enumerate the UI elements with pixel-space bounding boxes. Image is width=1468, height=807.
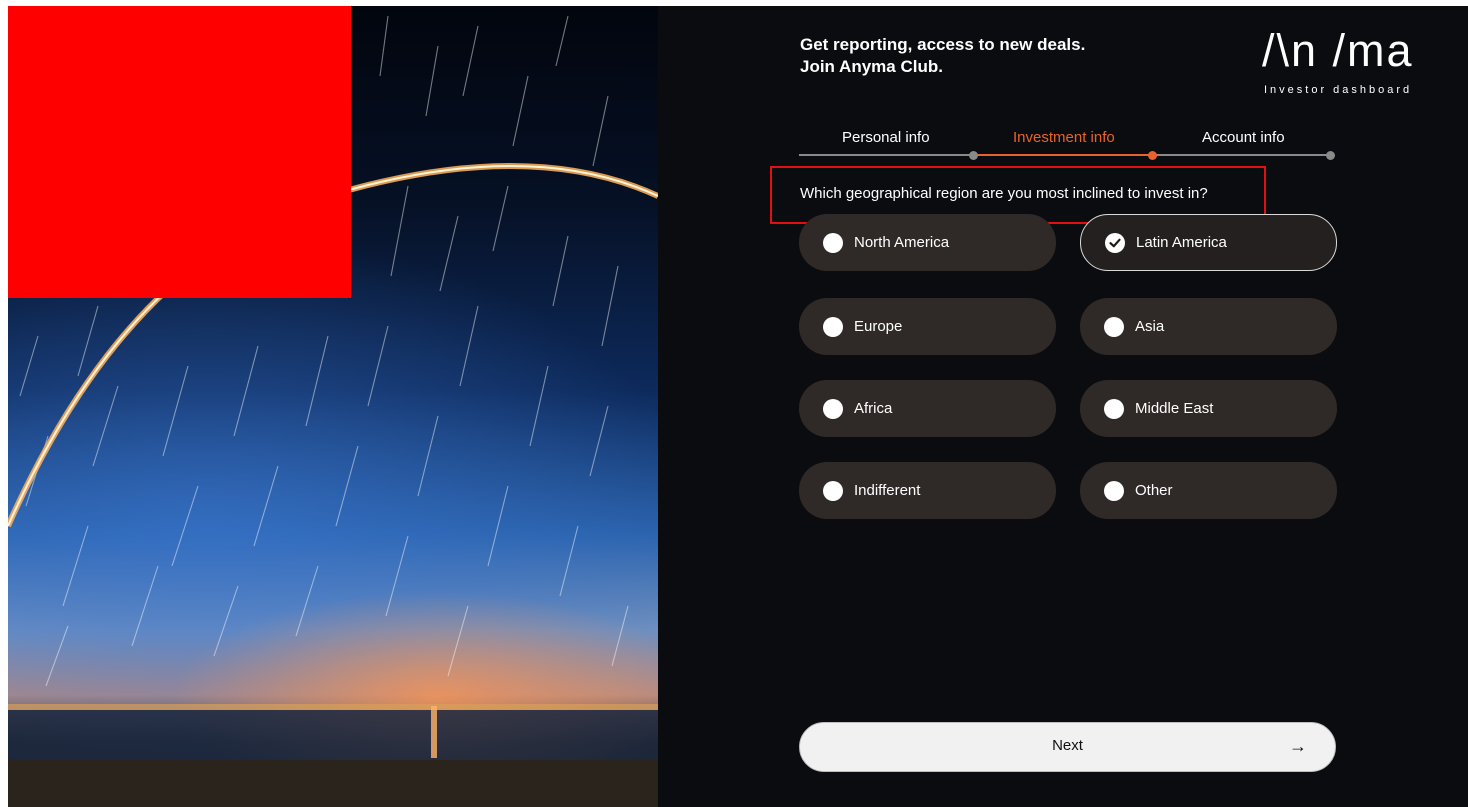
step-personal-info[interactable]: Personal info [842, 129, 930, 146]
radio-icon [1104, 398, 1124, 419]
option-label: Latin America [1136, 234, 1227, 251]
radio-icon [1104, 480, 1124, 501]
radio-icon [1104, 316, 1124, 337]
next-button[interactable]: Next → [799, 722, 1336, 772]
checkmark-icon [1105, 232, 1125, 253]
option-label: Indifferent [854, 482, 921, 499]
next-button-label: Next [1052, 737, 1083, 754]
step-dot-investment [1148, 151, 1157, 160]
option-label: Asia [1135, 318, 1165, 335]
signup-panel [658, 6, 1468, 807]
option-label: Middle East [1135, 400, 1214, 417]
option-north-america[interactable]: North America [799, 214, 1056, 271]
step-dot-account [1326, 151, 1335, 160]
radio-icon [823, 480, 843, 501]
radio-icon [823, 232, 843, 253]
step-investment-info[interactable]: Investment info [1013, 129, 1115, 146]
step-account-info[interactable]: Account info [1202, 129, 1285, 146]
option-asia[interactable]: Asia [1080, 298, 1337, 355]
headline-line-1: Get reporting, access to new deals. [800, 35, 1086, 54]
option-europe[interactable]: Europe [799, 298, 1056, 355]
option-africa[interactable]: Africa [799, 380, 1056, 437]
step-line-investment [974, 154, 1154, 156]
step-line-account [1154, 154, 1330, 156]
radio-icon [823, 316, 843, 337]
option-middle-east[interactable]: Middle East [1080, 380, 1337, 437]
option-label: Other [1135, 482, 1173, 499]
option-latin-america[interactable]: Latin America [1080, 214, 1337, 271]
hero-photo [8, 6, 658, 807]
option-label: Africa [854, 400, 893, 417]
logo-subtitle: Investor dashboard [1264, 84, 1413, 96]
radio-icon [823, 398, 843, 419]
option-label: North America [854, 234, 950, 251]
step-dot-personal [969, 151, 978, 160]
redaction-box [8, 6, 351, 298]
anyma-logo: /\n /ma [1262, 25, 1414, 76]
option-indifferent[interactable]: Indifferent [799, 462, 1056, 519]
option-label: Europe [854, 318, 903, 335]
option-other[interactable]: Other [1080, 462, 1337, 519]
headline: Get reporting, access to new deals. Join… [800, 34, 1085, 78]
headline-line-2: Join Anyma Club. [800, 57, 943, 76]
step-line-personal [799, 154, 974, 156]
arrow-right-icon: → [1289, 736, 1307, 756]
